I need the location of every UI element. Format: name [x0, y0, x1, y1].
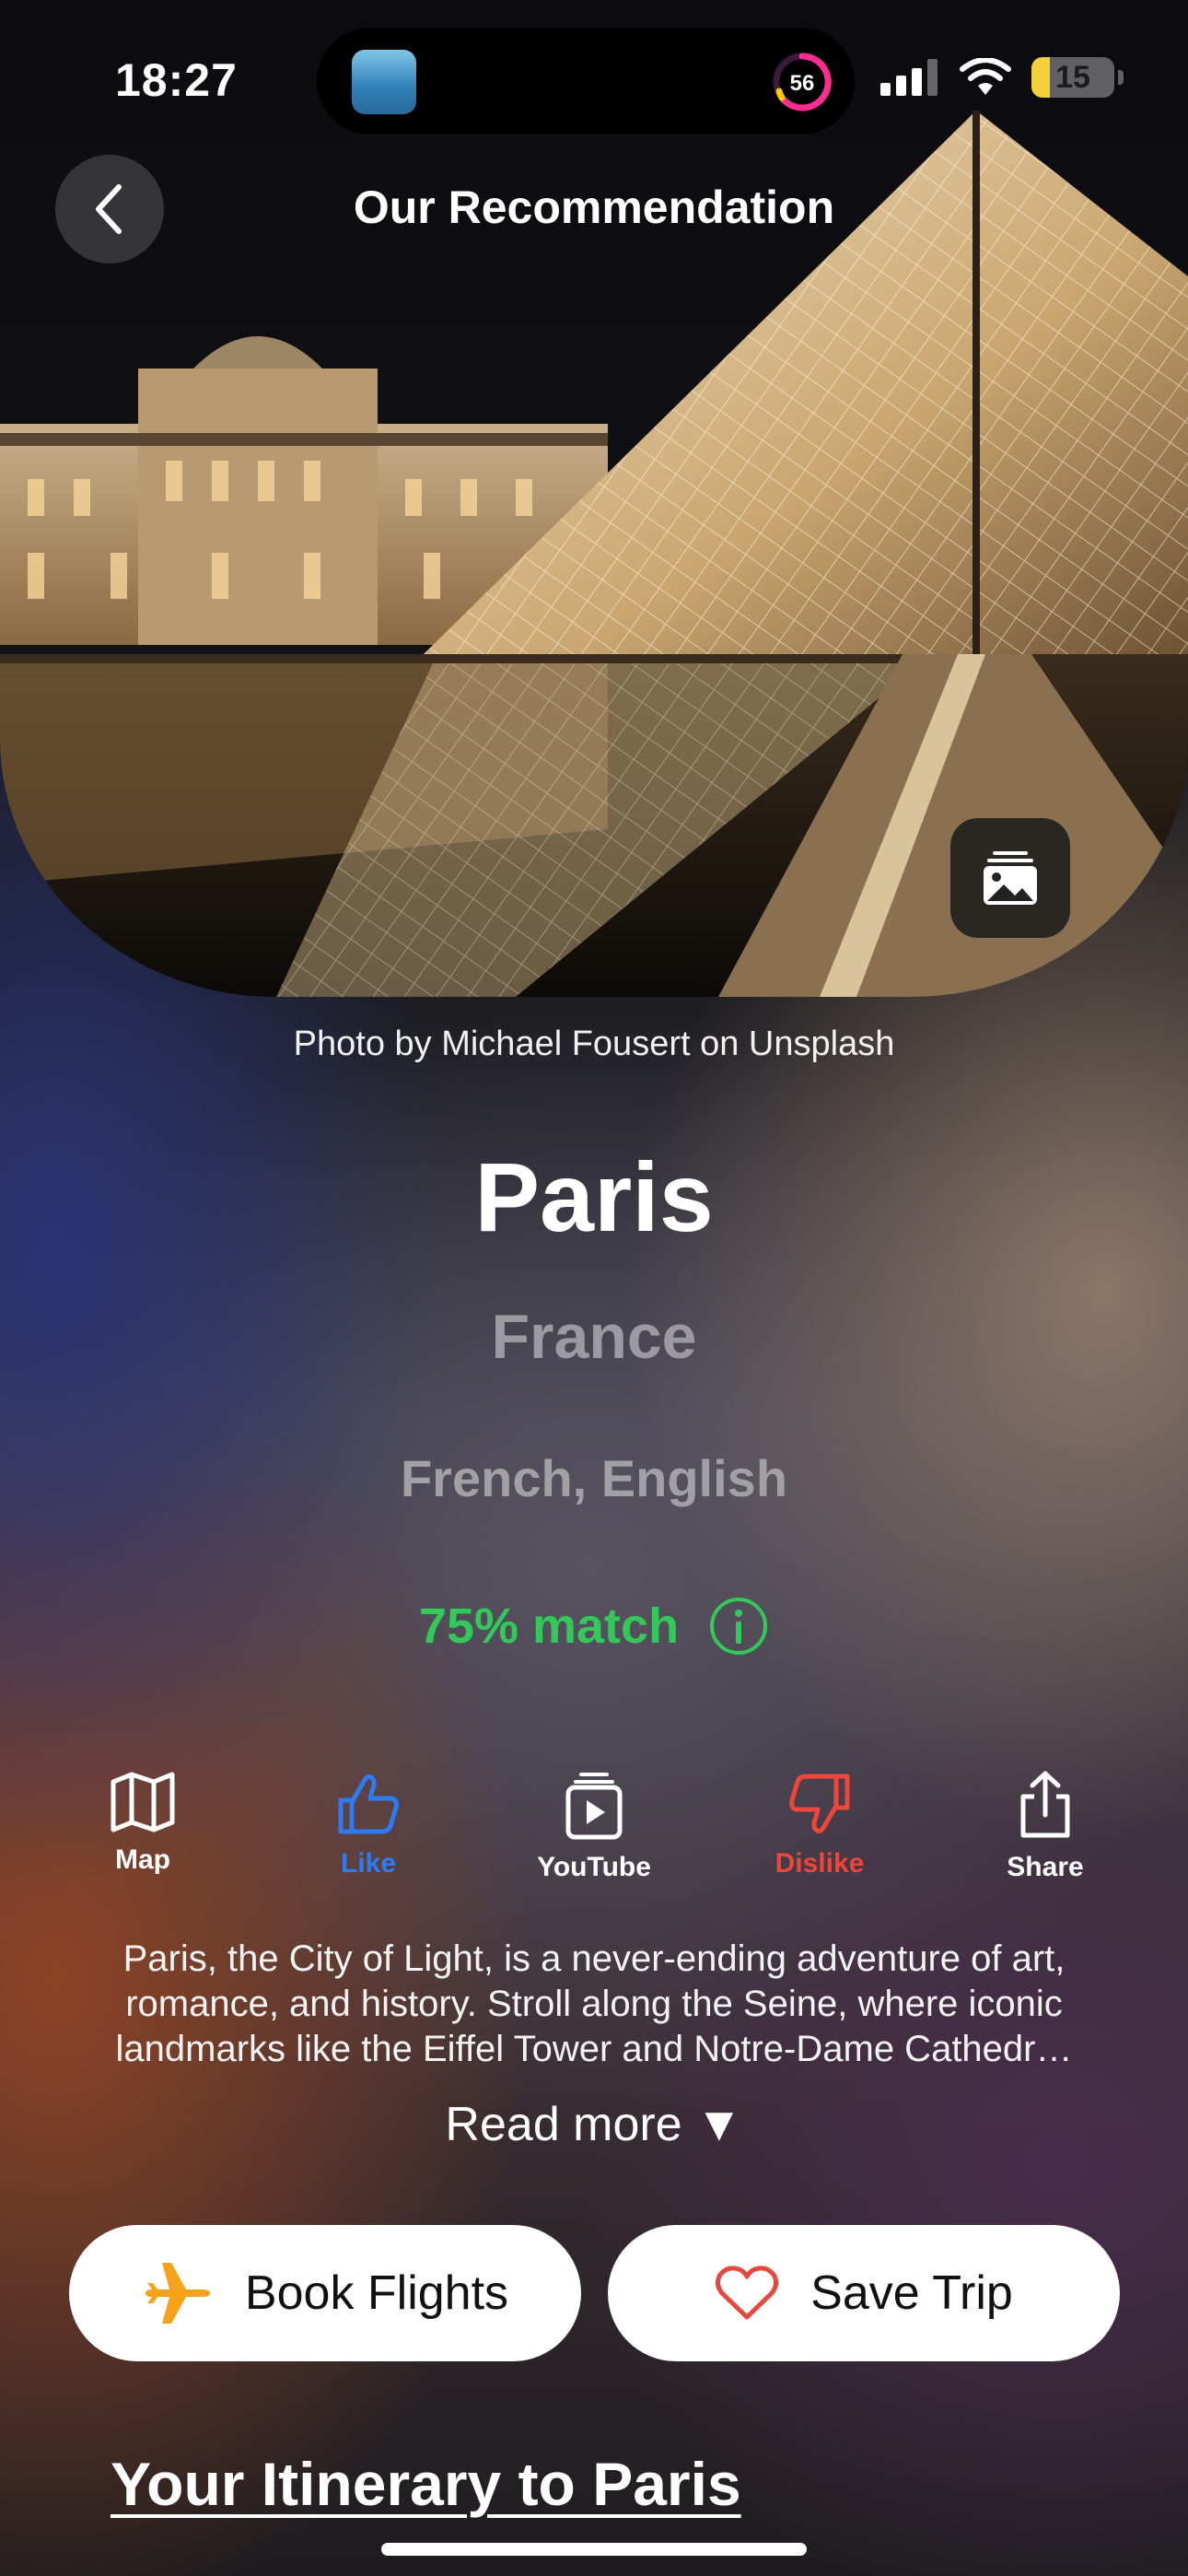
map-label: Map [115, 1844, 170, 1875]
map-button[interactable]: Map [37, 1771, 249, 1883]
action-bar: Map Like YouTube Dislike Share [37, 1771, 1151, 1883]
match-score: 75% match [0, 1596, 1188, 1657]
youtube-label: YouTube [537, 1852, 651, 1882]
cellular-signal-icon [880, 59, 938, 96]
dynamic-island: 56 [317, 28, 855, 135]
share-icon [1020, 1771, 1070, 1838]
like-label: Like [340, 1848, 397, 1879]
destination-city: Paris [474, 1143, 714, 1252]
page-title: Our Recommendation [353, 181, 835, 233]
status-time: 18:27 [115, 54, 238, 106]
photo-credit[interactable]: Photo by Michael Fousert on Unsplash [0, 1025, 1188, 1064]
destination-languages: French, English [400, 1449, 788, 1507]
thumbs-up-icon [338, 1774, 399, 1834]
book-flights-button[interactable]: Book Flights [69, 2225, 581, 2361]
book-flights-label: Book Flights [244, 2266, 509, 2320]
youtube-button[interactable]: YouTube [488, 1771, 700, 1883]
battery-icon: 15 [1031, 57, 1114, 98]
info-icon[interactable] [708, 1596, 769, 1657]
airplane-icon [145, 2263, 210, 2324]
read-more-link[interactable]: Read more ▼ [0, 2097, 1188, 2152]
thumbs-down-icon [789, 1774, 850, 1834]
battery-level: 15 [1055, 59, 1090, 95]
activity-ring-value: 56 [790, 71, 815, 96]
live-activity-app-icon [352, 50, 416, 114]
home-indicator[interactable] [381, 2543, 807, 2556]
youtube-icon [565, 1773, 623, 1840]
match-score-text: 75% match [418, 1598, 680, 1654]
destination-country: France [491, 1302, 697, 1372]
heart-icon [716, 2266, 779, 2320]
itinerary-heading: Your Itinerary to Paris [111, 2450, 741, 2518]
like-button[interactable]: Like [262, 1771, 474, 1883]
dislike-button[interactable]: Dislike [714, 1771, 926, 1883]
battery-tip [1118, 70, 1124, 85]
photo-gallery-button[interactable] [950, 818, 1070, 938]
destination-description: Paris, the City of Light, is a never-end… [115, 1938, 1073, 2069]
share-button[interactable]: Share [939, 1771, 1151, 1883]
dislike-label: Dislike [775, 1848, 865, 1879]
save-trip-label: Save Trip [810, 2266, 1013, 2320]
activity-ring-icon: 56 [770, 50, 834, 114]
wifi-icon [960, 58, 1011, 95]
share-label: Share [1007, 1852, 1084, 1882]
map-icon [111, 1772, 175, 1832]
save-trip-button[interactable]: Save Trip [608, 2225, 1120, 2361]
status-icons: 15 [880, 57, 1124, 98]
photo-stack-icon [984, 851, 1037, 905]
